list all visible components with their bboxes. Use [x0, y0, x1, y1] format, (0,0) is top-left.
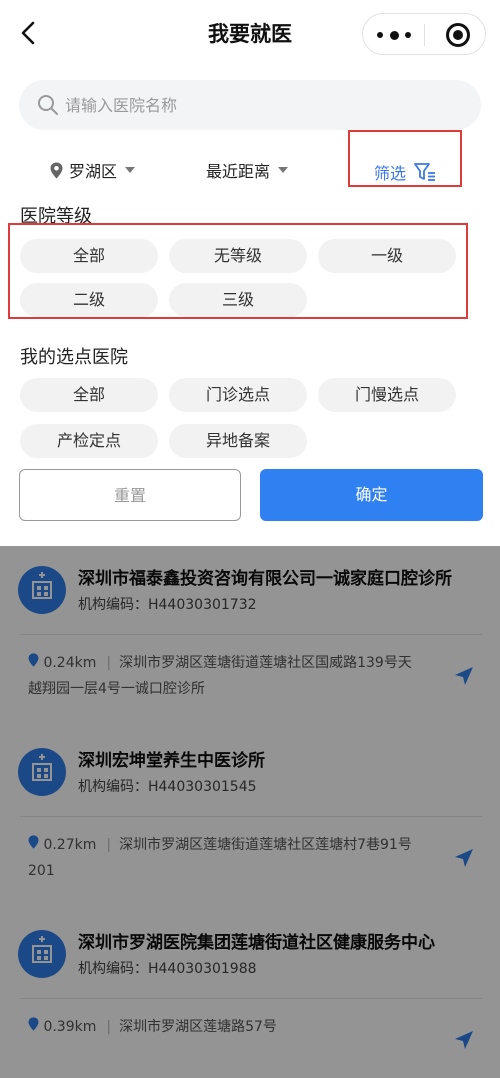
level-chip-second[interactable]: 二级: [20, 283, 158, 317]
sort-dropdown[interactable]: 最近距离: [206, 158, 289, 182]
more-icon[interactable]: [377, 30, 411, 40]
nav-bar: 我要就医: [0, 0, 500, 68]
capsule-divider: [424, 24, 425, 46]
level-section-title: 医院等级: [20, 206, 92, 227]
search-icon: [38, 95, 58, 115]
designated-chip-all[interactable]: 全部: [20, 378, 158, 412]
chevron-down-icon: [278, 167, 289, 173]
designated-chip-remote[interactable]: 异地备案: [169, 424, 307, 458]
district-label: 罗湖区: [69, 162, 118, 181]
confirm-button[interactable]: 确定: [260, 469, 483, 521]
filter-button[interactable]: 筛选: [374, 160, 436, 184]
designated-chip-prenatal[interactable]: 产检定点: [20, 424, 158, 458]
reset-button[interactable]: 重置: [19, 469, 241, 521]
designated-chip-outpatient[interactable]: 门诊选点: [169, 378, 307, 412]
level-chip-none[interactable]: 无等级: [169, 239, 307, 273]
sort-label: 最近距离: [206, 162, 271, 181]
filter-bar: 罗湖区 最近距离 筛选: [0, 148, 500, 194]
designated-section-title: 我的选点医院: [20, 347, 128, 368]
close-miniprogram-icon[interactable]: [446, 23, 470, 47]
dim-overlay[interactable]: [0, 546, 500, 1078]
level-chip-third[interactable]: 三级: [169, 283, 307, 317]
search-box: [19, 80, 481, 130]
level-chip-all[interactable]: 全部: [20, 239, 158, 273]
filter-icon: [414, 163, 436, 181]
chevron-down-icon: [125, 167, 136, 173]
mini-program-capsule: [362, 13, 486, 55]
location-pin-icon: [50, 162, 63, 178]
district-dropdown[interactable]: 罗湖区: [50, 158, 136, 182]
designated-chip-chronic[interactable]: 门慢选点: [318, 378, 456, 412]
filter-label: 筛选: [374, 164, 407, 183]
search-input[interactable]: [65, 80, 465, 130]
level-chip-first[interactable]: 一级: [318, 239, 456, 273]
